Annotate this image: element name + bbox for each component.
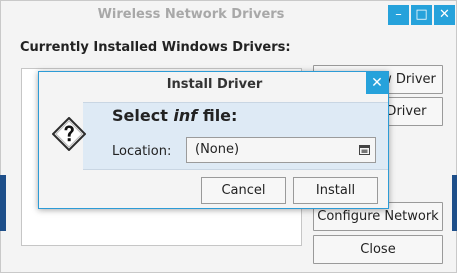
install-driver-dialog: Install Driver ✕ Select inf file: Locati…	[38, 71, 389, 209]
installed-drivers-label: Currently Installed Windows Drivers:	[20, 40, 291, 55]
location-label: Location:	[112, 144, 172, 159]
folder-browse-icon[interactable]	[359, 144, 370, 155]
select-inf-heading: Select inf file:	[112, 106, 238, 125]
maximize-button[interactable]: □	[411, 5, 432, 25]
install-button[interactable]: Install	[293, 177, 378, 204]
close-window-button[interactable]: ✕	[434, 5, 455, 25]
desktop-background-left	[0, 175, 6, 231]
question-icon	[52, 117, 86, 151]
dialog-close-button[interactable]: ✕	[366, 72, 388, 94]
location-value: (None)	[195, 142, 240, 157]
location-field[interactable]: (None)	[186, 137, 376, 163]
cancel-button[interactable]: Cancel	[201, 177, 286, 204]
main-window-title: Wireless Network Drivers	[97, 7, 285, 22]
close-button[interactable]: Close	[313, 235, 443, 264]
minimize-button[interactable]: –	[388, 5, 409, 25]
dialog-title: Install Driver	[166, 77, 263, 92]
desktop-background-right	[452, 175, 457, 231]
